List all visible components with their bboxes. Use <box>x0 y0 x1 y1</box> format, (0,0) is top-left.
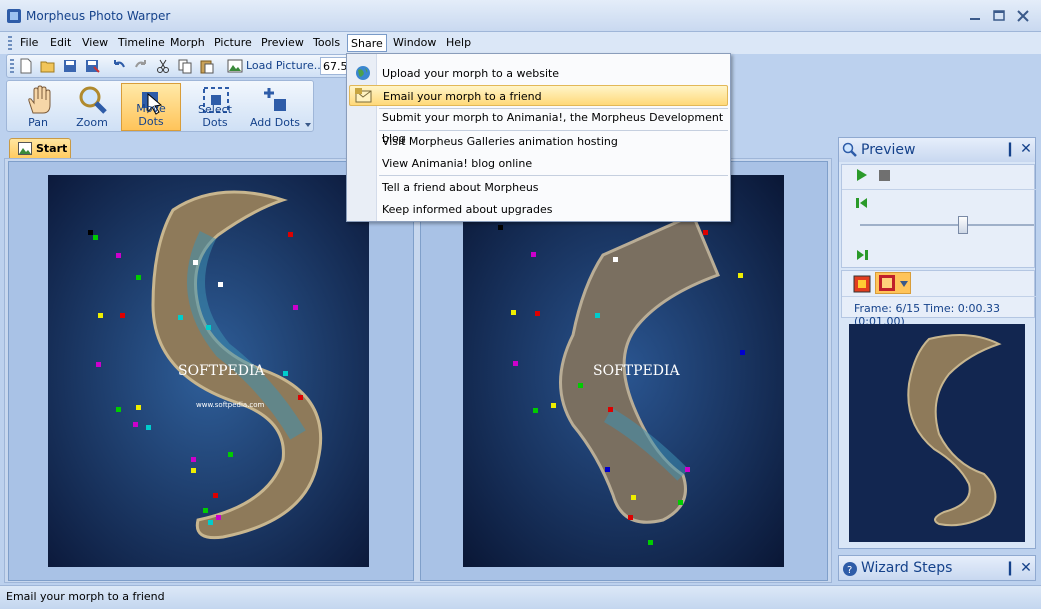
maximize-icon[interactable] <box>990 8 1008 24</box>
toolbar-grip <box>10 59 14 73</box>
wizard-steps-panel[interactable]: ? Wizard Steps ❙ ✕ <box>838 555 1036 581</box>
hand-icon <box>28 85 51 114</box>
tools-toolbar: Pan Zoom Move Dots Select Dots Add Dots <box>6 80 314 132</box>
move-dots-button[interactable]: Move Dots <box>121 83 181 131</box>
copy-icon[interactable] <box>177 58 193 74</box>
tab-start[interactable]: Start <box>9 138 71 158</box>
menu-view[interactable]: View <box>79 34 111 52</box>
status-bar: Email your morph to a friend <box>0 585 1041 609</box>
watermark-text: SOFTPEDIA <box>178 363 266 379</box>
play-icon[interactable] <box>856 169 868 181</box>
help-circle-icon: ? <box>843 562 857 576</box>
frame-slider-thumb[interactable] <box>957 216 968 234</box>
standard-toolbar: Load Picture... 67.5 <box>6 54 350 78</box>
menu-picture[interactable]: Picture <box>211 34 255 52</box>
svg-text:?: ? <box>847 565 852 576</box>
load-picture-icon[interactable] <box>227 58 243 74</box>
start-image[interactable]: SOFTPEDIA www.softpedia.com <box>48 175 369 567</box>
select-dots-label: Select Dots <box>198 103 232 129</box>
wizard-title: Wizard Steps <box>861 560 953 576</box>
toolbar-overflow-icon[interactable] <box>304 121 312 129</box>
watermark-text-right: SOFTPEDIA <box>593 363 681 379</box>
start-frame-icon[interactable] <box>856 197 868 209</box>
load-picture-button[interactable]: Load Picture... <box>246 59 324 72</box>
magnifier-icon <box>79 86 107 114</box>
wizard-pin-icon[interactable]: ❙ <box>1003 561 1017 575</box>
minimize-icon[interactable] <box>966 8 984 24</box>
end-frame-icon[interactable] <box>856 249 868 261</box>
preview-photo <box>849 324 1025 542</box>
save-as-icon[interactable] <box>84 58 100 74</box>
zoom-button[interactable]: Zoom <box>67 83 117 131</box>
share-upload-website[interactable]: Upload your morph to a website <box>349 63 728 84</box>
add-dots-button[interactable]: Add Dots <box>249 83 301 131</box>
chevron-down-icon <box>900 281 908 287</box>
app-icon <box>7 9 21 23</box>
picture-icon <box>18 142 32 155</box>
render-mode-icon <box>879 275 895 291</box>
watermark-url: www.softpedia.com <box>196 401 265 409</box>
menu-separator <box>379 175 728 176</box>
preview-header: Preview ❙ ✕ <box>839 138 1035 162</box>
playback-controls <box>841 164 1036 268</box>
divider <box>842 189 1036 190</box>
divider <box>842 296 1036 297</box>
save-icon[interactable] <box>62 58 78 74</box>
share-menu: Upload your morph to a website Email you… <box>346 53 731 222</box>
menu-share[interactable]: Share <box>347 34 387 52</box>
status-text: Email your morph to a friend <box>6 590 165 603</box>
open-folder-icon[interactable] <box>40 58 56 74</box>
paste-icon[interactable] <box>199 58 215 74</box>
menu-help[interactable]: Help <box>443 34 474 52</box>
pin-icon[interactable]: ❙ <box>1003 142 1017 156</box>
zoom-label: Zoom <box>76 116 108 129</box>
menu-preview[interactable]: Preview <box>258 34 307 52</box>
menu-morph[interactable]: Morph <box>167 34 208 52</box>
pan-button[interactable]: Pan <box>13 83 63 131</box>
move-dots-label: Move Dots <box>136 102 166 128</box>
menu-timeline[interactable]: Timeline <box>115 34 168 52</box>
select-dots-button[interactable]: Select Dots <box>185 83 245 131</box>
window-title: Morpheus Photo Warper <box>26 9 171 23</box>
end-photo: SOFTPEDIA <box>463 175 784 567</box>
menu-edit[interactable]: Edit <box>47 34 74 52</box>
share-tell-friend[interactable]: Tell a friend about Morpheus <box>349 177 728 198</box>
add-dots-icon <box>264 88 286 111</box>
frame-slider-track[interactable] <box>860 224 1034 226</box>
end-image[interactable]: SOFTPEDIA <box>463 175 784 567</box>
start-photo: SOFTPEDIA www.softpedia.com <box>48 175 369 567</box>
share-view-blog[interactable]: View Animania! blog online <box>349 153 728 174</box>
preview-title: Preview <box>861 142 916 158</box>
share-visit-galleries[interactable]: Visit Morpheus Galleries animation hosti… <box>349 131 728 152</box>
pan-label: Pan <box>28 116 48 129</box>
share-submit-animania[interactable]: Submit your morph to Animania!, the Morp… <box>349 107 728 145</box>
undo-icon[interactable] <box>111 58 127 74</box>
share-email-friend[interactable]: Email your morph to a friend <box>349 85 728 106</box>
tab-start-label: Start <box>36 142 68 155</box>
preview-image <box>849 324 1025 542</box>
preview-panel: Preview ❙ ✕ Frame: 6/15 Time: 0:00.33 (0… <box>838 137 1036 549</box>
stop-icon[interactable] <box>879 170 890 181</box>
menu-grip <box>8 36 12 50</box>
cut-icon[interactable] <box>155 58 171 74</box>
title-bar: Morpheus Photo Warper <box>0 0 1041 32</box>
wizard-close-icon[interactable]: ✕ <box>1019 561 1033 575</box>
new-file-icon[interactable] <box>18 58 34 74</box>
render-mode-button[interactable] <box>875 272 911 294</box>
menu-bar: File Edit View Timeline Morph Picture Pr… <box>0 32 1041 54</box>
share-keep-informed[interactable]: Keep informed about upgrades <box>349 199 728 220</box>
redo-icon[interactable] <box>133 58 149 74</box>
share-email-friend-label: Email your morph to a friend <box>383 90 542 103</box>
menu-file[interactable]: File <box>17 34 41 52</box>
preview-options: Frame: 6/15 Time: 0:00.33 (0:01.00) <box>841 270 1036 328</box>
menu-window[interactable]: Window <box>390 34 439 52</box>
close-icon[interactable] <box>1014 8 1032 24</box>
close-panel-icon[interactable]: ✕ <box>1019 142 1033 156</box>
menu-tools[interactable]: Tools <box>310 34 343 52</box>
email-icon <box>355 88 372 103</box>
color-mode-icon[interactable] <box>853 275 871 293</box>
magnifier-small-icon <box>842 142 857 157</box>
add-dots-label: Add Dots <box>249 116 301 129</box>
